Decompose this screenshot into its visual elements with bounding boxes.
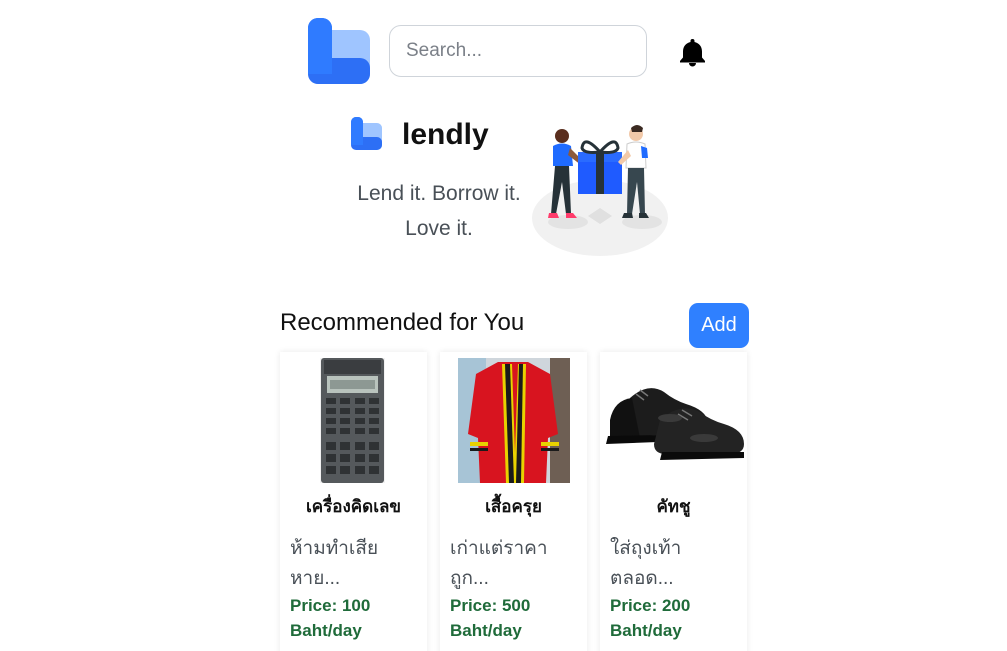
- product-card[interactable]: เครื่องคิดเลข ห้ามทำเสีย หาย... Price: 1…: [280, 352, 427, 651]
- graduation-gown-image: [458, 358, 570, 483]
- product-card[interactable]: คัทชู ใส่ถุงเท้า ตลอด... Price: 200 Baht…: [600, 352, 747, 651]
- calculator-image: [320, 358, 385, 483]
- product-price: Price: 500 Baht/day: [450, 593, 578, 643]
- product-description-line-1: ใส่ถุงเท้า: [610, 538, 682, 559]
- product-description-line-2: ตลอด...: [610, 568, 674, 589]
- product-title: เครื่องคิดเลข: [305, 497, 402, 516]
- product-title: คัทชู: [656, 497, 691, 516]
- search-input[interactable]: [389, 25, 647, 77]
- product-description-line-1: เก่าแต่ราคา: [450, 538, 548, 559]
- product-description: เก่าแต่ราคา ถูก...: [450, 534, 578, 594]
- lendly-logo-icon[interactable]: [308, 18, 370, 84]
- add-button[interactable]: Add: [689, 303, 749, 348]
- product-price-line-2: Baht/day: [290, 621, 362, 640]
- product-description-line-1: ห้ามทำเสีย: [290, 538, 379, 559]
- product-description: ใส่ถุงเท้า ตลอด...: [610, 534, 738, 594]
- product-title: เสื้อครุย: [485, 497, 542, 516]
- brand-name: lendly: [402, 118, 489, 151]
- tagline: Lend it. Borrow it. Love it.: [340, 176, 538, 246]
- product-price: Price: 200 Baht/day: [610, 593, 738, 643]
- gift-exchange-illustration: [532, 125, 668, 256]
- page: lendly Lend it. Borrow it. Love it. Reco…: [0, 0, 1007, 651]
- product-price-line-2: Baht/day: [610, 621, 682, 640]
- bell-icon[interactable]: [679, 37, 706, 67]
- product-price-line-1: Price: 100: [290, 596, 371, 615]
- product-description: ห้ามทำเสีย หาย...: [290, 534, 418, 594]
- tagline-line-2: Love it.: [405, 217, 473, 240]
- product-description-line-2: ถูก...: [450, 568, 489, 589]
- product-price-line-1: Price: 500: [450, 596, 531, 615]
- product-description-line-2: หาย...: [290, 568, 341, 589]
- product-card[interactable]: เสื้อครุย เก่าแต่ราคา ถูก... Price: 500 …: [440, 352, 587, 651]
- section-title-recommended: Recommended for You: [280, 309, 525, 336]
- product-price-line-1: Price: 200: [610, 596, 691, 615]
- tagline-line-1: Lend it. Borrow it.: [357, 182, 521, 205]
- leather-shoes-image: [606, 388, 744, 460]
- product-price: Price: 100 Baht/day: [290, 593, 418, 643]
- brand-logo-icon: [351, 117, 382, 150]
- product-price-line-2: Baht/day: [450, 621, 522, 640]
